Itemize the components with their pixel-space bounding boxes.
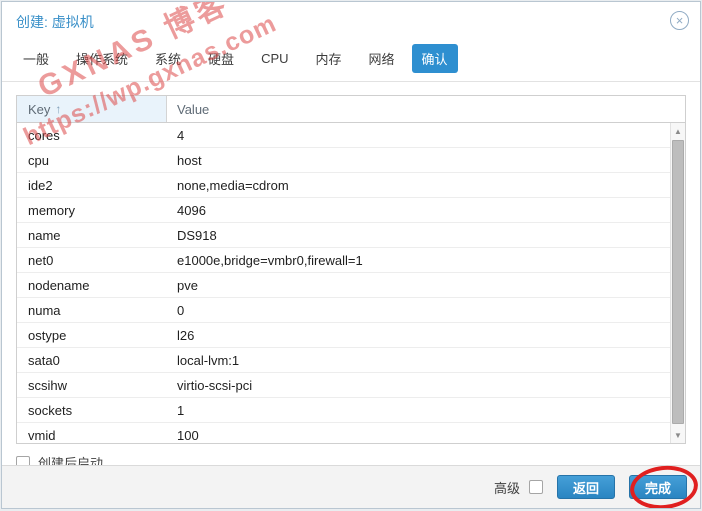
tab-内存[interactable]: 内存 [306,44,352,73]
table-row-cpu[interactable]: cpu host [17,148,685,173]
table-row-memory[interactable]: memory 4096 [17,198,685,223]
sort-asc-icon: ↑ [55,102,62,116]
advanced-checkbox[interactable] [528,480,543,494]
table-row-sata0[interactable]: sata0 local-lvm:1 [17,348,685,373]
table-row-cores[interactable]: cores 4 [17,123,685,148]
tab-系统[interactable]: 系统 [145,44,191,73]
tab-确认[interactable]: 确认 [411,44,458,73]
table-row-scsihw[interactable]: scsihw virtio-scsi-pci [17,373,685,398]
table-row-vmid[interactable]: vmid 100 [17,423,685,443]
scrollbar-thumb[interactable] [672,140,684,424]
close-icon[interactable]: × [670,11,689,30]
column-header-key[interactable]: Key ↑ [17,96,167,122]
tab-操作系统[interactable]: 操作系统 [66,44,138,73]
tab-一般[interactable]: 一般 [13,44,59,73]
table-row-ide2[interactable]: ide2 none,media=cdrom [17,173,685,198]
dialog-title: 创建: 虚拟机 [16,14,94,30]
tab-CPU[interactable]: CPU [251,46,298,71]
table-row-sockets[interactable]: sockets 1 [17,398,685,423]
dialog-header: 创建: 虚拟机 × [2,2,700,40]
dialog-footer: 高级 返回 完成 [2,465,700,508]
tab-网络[interactable]: 网络 [359,44,405,73]
table-row-nodename[interactable]: nodename pve [17,273,685,298]
table-row-numa[interactable]: numa 0 [17,298,685,323]
column-header-value[interactable]: Value [167,96,685,122]
vertical-scrollbar[interactable]: ▲ ▼ [670,123,685,443]
scroll-up-icon[interactable]: ▲ [671,124,685,138]
table-row-net0[interactable]: net0 e1000e,bridge=vmbr0,firewall=1 [17,248,685,273]
advanced-label: 高级 [493,480,520,496]
create-vm-dialog: GXNAS 博客 https://wp.gxnas.com 创建: 虚拟机 × … [1,1,701,509]
back-button[interactable]: 返回 [556,475,615,499]
table-body: cores 4 cpu host ide2 none,media=cdrom m… [17,123,685,443]
table-row-name[interactable]: name DS918 [17,223,685,248]
wizard-tabbar: 一般 操作系统 系统 硬盘 CPU 内存 网络 确认 [2,40,700,82]
scroll-down-icon[interactable]: ▼ [671,428,685,442]
tab-硬盘[interactable]: 硬盘 [198,44,244,73]
table-header: Key ↑ Value [17,96,685,123]
confirm-settings-table: Key ↑ Value cores 4 cpu host ide2 none,m… [16,95,686,444]
finish-button[interactable]: 完成 [628,475,687,499]
table-row-ostype[interactable]: ostype l26 [17,323,685,348]
